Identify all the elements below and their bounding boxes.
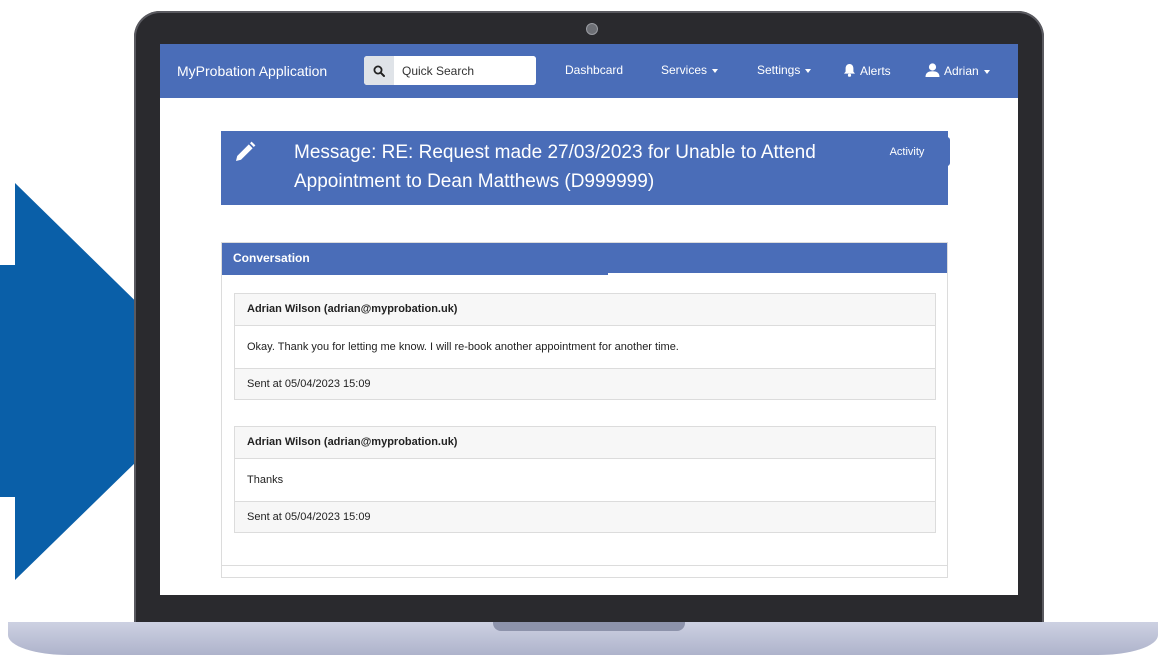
search-icon	[373, 65, 385, 77]
nav-user-label: Adrian	[944, 64, 979, 78]
nav-alerts[interactable]: Alerts	[843, 63, 891, 78]
message-header: Message: RE: Request made 27/03/2023 for…	[221, 131, 948, 205]
message-sent-time: Sent at 05/04/2023 15:09	[235, 368, 935, 399]
message-card: Adrian Wilson (adrian@myprobation.uk) Ok…	[234, 293, 936, 400]
message-sent-time: Sent at 05/04/2023 15:09	[235, 501, 935, 532]
message-sender: Adrian Wilson (adrian@myprobation.uk)	[235, 294, 935, 326]
message-title: Message: RE: Request made 27/03/2023 for…	[294, 138, 864, 196]
caret-down-icon	[712, 68, 719, 73]
search-input[interactable]	[394, 56, 536, 85]
nav-services-label: Services	[661, 63, 708, 77]
conversation-title: Conversation	[222, 243, 947, 273]
nav-user-menu[interactable]: Adrian	[925, 63, 990, 78]
nav-dashboard[interactable]: Dashbcard	[565, 63, 623, 77]
message-title-line2: Appointment to Dean Matthews (D999999)	[294, 171, 655, 192]
search-button[interactable]	[364, 56, 394, 85]
quick-search	[364, 56, 536, 85]
caret-down-icon	[983, 69, 990, 74]
app-brand[interactable]: MyProbation Application	[177, 63, 327, 79]
nav-settings-label: Settings	[757, 63, 801, 77]
panel-header-divider	[222, 273, 608, 275]
laptop-camera	[586, 23, 598, 35]
conversation-panel: Conversation Adrian Wilson (adrian@mypro…	[221, 242, 948, 578]
panel-footer-divider	[222, 565, 947, 566]
user-icon	[925, 63, 940, 77]
activity-button[interactable]: Activity	[864, 137, 950, 166]
message-body: Okay. Thank you for letting me know. I w…	[247, 341, 679, 353]
laptop-base-notch	[493, 622, 685, 631]
top-navbar: MyProbation Application Dashbcard Servic…	[160, 44, 1018, 98]
message-card: Adrian Wilson (adrian@myprobation.uk) Th…	[234, 426, 936, 533]
message-sender: Adrian Wilson (adrian@myprobation.uk)	[235, 427, 935, 459]
message-title-line1: Message: RE: Request made 27/03/2023 for…	[294, 142, 816, 163]
nav-alerts-label: Alerts	[860, 64, 891, 78]
bell-icon	[844, 64, 855, 77]
nav-dashboard-label: Dashbcard	[565, 63, 624, 77]
message-body: Thanks	[247, 474, 284, 486]
laptop-screen: MyProbation Application Dashbcard Servic…	[160, 44, 1018, 595]
caret-down-icon	[805, 68, 812, 73]
nav-services[interactable]: Services	[661, 63, 719, 77]
nav-settings[interactable]: Settings	[757, 63, 812, 77]
pencil-icon	[236, 141, 256, 161]
